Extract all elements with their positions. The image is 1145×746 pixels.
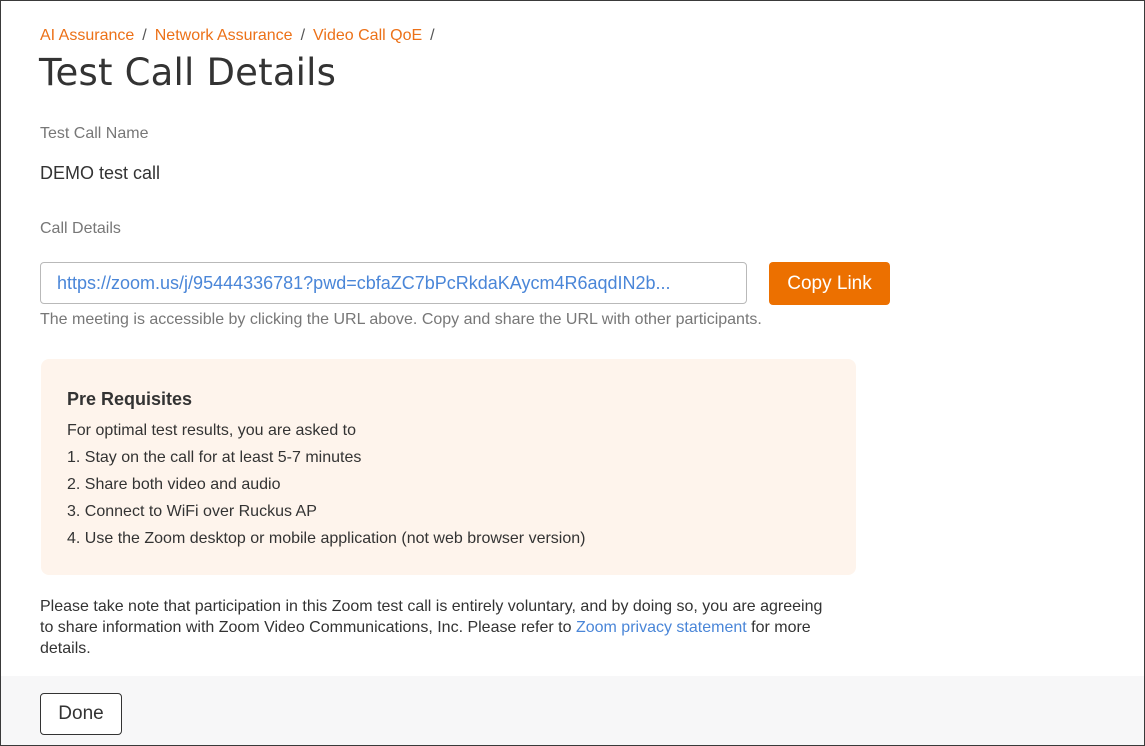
breadcrumb-separator: / [300, 27, 306, 44]
breadcrumb-network-assurance[interactable]: Network Assurance [155, 27, 293, 44]
zoom-privacy-statement-link[interactable]: Zoom privacy statement [576, 619, 747, 636]
prerequisite-item: 3. Connect to WiFi over Ruckus AP [67, 503, 317, 520]
copy-link-button[interactable]: Copy Link [769, 262, 890, 305]
breadcrumb-video-call-qoe[interactable]: Video Call QoE [313, 27, 422, 44]
test-call-details-page: AI Assurance / Network Assurance / Video Cal… [0, 0, 1145, 746]
prerequisites-title: Pre Requisites [67, 389, 193, 409]
breadcrumb: AI Assurance / Network Assurance / Video Cal… [40, 25, 443, 47]
footer-bar: Done [1, 676, 1144, 745]
call-details-label: Call Details [40, 220, 121, 237]
breadcrumb-separator: / [142, 27, 147, 44]
prerequisite-item: 4. Use the Zoom desktop or mobile applic… [67, 530, 586, 547]
done-button[interactable]: Done [40, 693, 122, 735]
prerequisites-panel: Pre Requisites For optimal test results,… [41, 359, 856, 575]
prerequisites-intro: For optimal test results, you are asked … [67, 422, 357, 439]
test-call-name-label: Test Call Name [40, 125, 149, 142]
page-title: Test Call Details [39, 51, 337, 94]
prerequisite-item: 2. Share both video and audio [67, 476, 281, 493]
breadcrumb-separator: / [430, 27, 435, 44]
meeting-url-field[interactable]: https://zoom.us/j/95444336781?pwd=cbfaZC… [40, 262, 747, 304]
privacy-note: Please take note that participation in t… [40, 596, 840, 659]
prerequisite-item: 1. Stay on the call for at least 5-7 min… [67, 449, 362, 466]
test-call-name-value: DEMO test call [40, 163, 161, 183]
breadcrumb-ai-assurance[interactable]: AI Assurance [40, 27, 134, 44]
url-helper-text: The meeting is accessible by clicking th… [40, 311, 762, 328]
